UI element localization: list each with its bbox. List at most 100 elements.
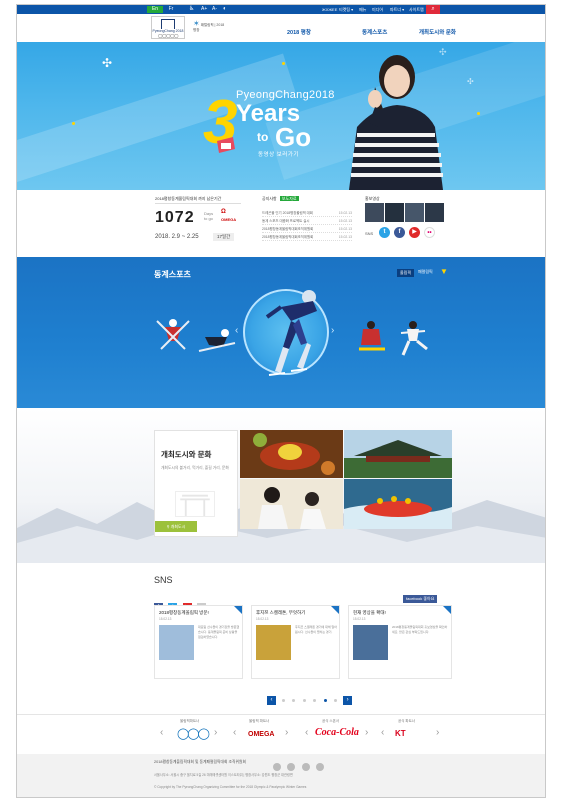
nav-pyeongchang[interactable]: 2018 평창 <box>287 28 311 36</box>
util-link-1[interactable]: ЖХЖЕЕ <box>322 5 337 14</box>
notice-item[interactable]: 15.02.13 2018평창동계올림픽대회조직위원회 <box>262 225 352 233</box>
notice-item[interactable]: 15.02.13 드레곤볼 인기 2018평창올림픽 대회 <box>262 209 352 217</box>
decor-dot <box>72 122 75 125</box>
notice-text: 동계 스포츠 대중화 프로젝트 실시 <box>262 219 310 223</box>
culture-image <box>240 479 343 529</box>
speed-skater-figure[interactable] <box>261 287 327 379</box>
video-thumbnails <box>365 203 445 222</box>
winter-sports-title: 동계스포츠 <box>154 270 191 279</box>
kt-logo[interactable]: KT <box>395 729 406 738</box>
tab-notice[interactable]: 공지사항 <box>262 196 277 201</box>
chevron-left-icon[interactable]: ‹ <box>233 727 236 738</box>
chevron-left-icon[interactable]: ‹ <box>381 727 384 738</box>
video-thumb[interactable] <box>365 203 384 222</box>
twitter-icon[interactable]: t <box>379 227 390 238</box>
chevron-right-icon[interactable]: › <box>331 325 334 336</box>
chevron-left-icon[interactable]: ‹ <box>160 727 163 738</box>
rafting-photo[interactable] <box>344 479 452 529</box>
pager-next-button[interactable]: › <box>343 696 353 706</box>
chevron-right-icon[interactable]: › <box>285 727 288 738</box>
pager-dot[interactable] <box>313 699 317 703</box>
sled-figure[interactable] <box>357 319 387 355</box>
temple-photo[interactable] <box>344 430 452 478</box>
footer-address: 서울사무소: 서울시 중구 을지로 5길 26 미래에셋센터원 이스트타워 | … <box>154 773 293 777</box>
pager-dot[interactable] <box>334 699 338 703</box>
lang-fr-button[interactable]: Fr <box>163 6 179 13</box>
pager-dot[interactable] <box>302 699 306 703</box>
pager-prev-button[interactable]: ‹ <box>267 696 276 706</box>
sns-pager: ‹ › <box>267 692 353 710</box>
post-text: 대표팀 선수들이 경기장을 방문했습니다. 동계올림픽 준비 상황을 점검하였습… <box>198 625 240 639</box>
facebook-icon[interactable]: f <box>394 227 405 238</box>
video-title: 홍보영상 <box>365 196 380 201</box>
util-link-ticketing[interactable]: 티켓팅 ▾ <box>339 5 353 14</box>
olympic-rings-icon: ◯◯◯◯◯ <box>158 33 178 38</box>
figure-skater-figure[interactable] <box>397 319 429 359</box>
host-city-button-label: 개최도시 <box>170 524 186 529</box>
sponsor-label: 올림픽 파트너 <box>249 719 270 723</box>
facebook-icon[interactable] <box>273 763 281 771</box>
sns-post[interactable]: 후지쯔 스켈레톤, 무엇하기 15.02.13 후지쯔 스켈레톤 경기에 대해 … <box>251 605 340 679</box>
chevron-right-icon[interactable]: › <box>365 727 368 738</box>
notice-item[interactable]: 15.02.13 2018평창동계올림픽대회조직위원회 <box>262 233 352 241</box>
tab-press[interactable]: 보도자료 <box>279 196 299 201</box>
youtube-icon[interactable] <box>301 763 310 771</box>
video-thumb[interactable] <box>425 203 444 222</box>
twitter-icon[interactable] <box>287 763 296 771</box>
coca-cola-logo[interactable]: Coca-Cola <box>315 727 359 738</box>
ski-jumper-figure[interactable] <box>155 315 191 353</box>
chevron-right-icon[interactable]: › <box>214 727 217 738</box>
contrast-icon[interactable]: ◐ <box>223 5 227 14</box>
sns-title: SNS <box>154 575 173 585</box>
temple-image <box>344 430 452 478</box>
nav-winter-sports[interactable]: 동계스포츠 <box>362 28 387 36</box>
pager-dot[interactable] <box>281 699 285 703</box>
hero-banner[interactable]: ✣ ✣ ✣ 3 PyeongChang2018 Years to Go 동영상 … <box>17 42 545 190</box>
video-thumb[interactable] <box>385 203 404 222</box>
util-link-media[interactable]: 미디어 <box>372 5 383 14</box>
games-duration: 17일간 <box>213 233 235 241</box>
sns-post[interactable]: 현재 영상을 확대! 15.02.13 2018평창동계올림픽대회 홍보영상을 … <box>348 605 452 679</box>
notice-list: 15.02.13 드레곤볼 인기 2018평창올림픽 대회 15.02.13 동계 … <box>262 209 352 241</box>
nav-host-city[interactable]: 개최도시와 문화 <box>419 28 456 36</box>
pager-dot[interactable] <box>292 699 296 703</box>
search-icon[interactable]: ⌕ <box>426 5 440 14</box>
post-image <box>159 625 194 660</box>
olympic-sports-button[interactable]: 올림픽 <box>397 269 415 277</box>
footer: 2018평창동계올림픽대회 및 동계패럴림픽대회 조직위원회 서울사무소: 서울… <box>17 754 545 797</box>
util-link-sitemap[interactable]: 사이트맵 <box>409 5 424 14</box>
lang-en-button[interactable]: En <box>147 6 163 13</box>
omega-logo[interactable]: OMEGA <box>248 731 274 738</box>
post-title: 후지쯔 스켈레톤, 무엇하기 <box>256 610 306 615</box>
notice-date: 15.02.13 <box>338 227 352 231</box>
text-reduce-icon[interactable]: A- <box>212 5 217 14</box>
olympic-rings-logo[interactable]: ◯◯◯ <box>177 727 210 740</box>
host-city-card[interactable]: 개최도시와 문화 개최도시의 볼거리, 먹거리, 즐길 거리, 문화 ⚲ 개최도… <box>154 430 238 537</box>
decor-dot <box>282 62 285 65</box>
paralympic-logo[interactable]: ✶ 패럴림픽 | 2018 평창 <box>193 20 227 33</box>
util-link-partner[interactable]: 파트너 ▾ <box>390 5 404 14</box>
host-city-button[interactable]: ⚲ 개최도시 <box>155 521 197 532</box>
util-link-menu[interactable]: 메뉴 <box>359 5 366 14</box>
wheelchair-icon[interactable]: ♿ <box>189 5 194 14</box>
flickr-icon[interactable] <box>316 763 325 771</box>
food-photo[interactable] <box>240 430 343 478</box>
post-date: 15.02.13 <box>353 617 366 621</box>
pager-dot-active[interactable] <box>323 699 327 703</box>
facebook-like-button[interactable]: facebook 좋아요 <box>403 595 438 603</box>
hero-video-link[interactable]: 동영상 보러가기 <box>258 150 299 158</box>
host-city-subtitle: 개최도시의 볼거리, 먹거리, 즐길 거리, 문화 <box>161 466 229 470</box>
sns-post[interactable]: 2018평창동계올림픽 방문! 15.02.13 대표팀 선수들이 경기장을 방… <box>154 605 243 679</box>
video-thumb[interactable] <box>405 203 424 222</box>
flickr-icon[interactable]: •• <box>424 227 435 238</box>
culture-photo[interactable] <box>240 479 343 529</box>
notice-item[interactable]: 15.02.13 동계 스포츠 대중화 프로젝트 실시 <box>262 217 352 225</box>
skier-figure[interactable] <box>197 327 237 355</box>
pyeongchang-logo[interactable]: PyeongChang 2018 ◯◯◯◯◯ <box>151 16 185 39</box>
text-enlarge-icon[interactable]: A+ <box>201 5 207 14</box>
chevron-right-icon[interactable]: › <box>436 727 439 738</box>
chevron-left-icon[interactable]: ‹ <box>305 727 308 738</box>
countdown-title: 2018평창동계올림픽대회 까지 남은기간 <box>155 196 241 204</box>
paralympic-sports-button[interactable]: 패럴림픽 <box>418 269 433 275</box>
youtube-icon[interactable]: ▶ <box>409 227 420 238</box>
